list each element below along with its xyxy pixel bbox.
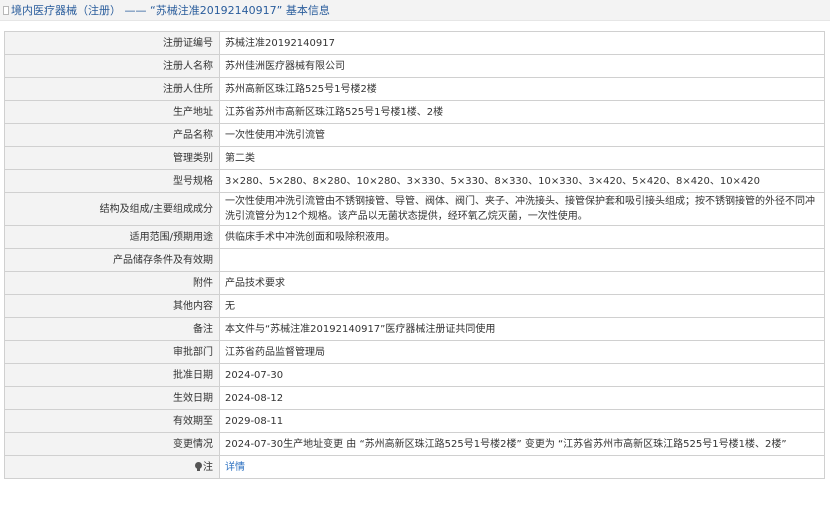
table-row-other: 其他内容 无 (4, 294, 825, 318)
table-row-expiry-date: 有效期至 2029-08-11 (4, 409, 825, 433)
table-row-registrant-address: 注册人住所 苏州高新区珠江路525号1号楼2楼 (4, 77, 825, 101)
row-label: 注册人住所 (4, 77, 220, 101)
row-label: 生效日期 (4, 386, 220, 410)
row-value: 一次性使用冲洗引流管由不锈钢接管、导管、阀体、阀门、夹子、冲洗接头、接管保护套和… (219, 192, 825, 226)
row-value: 苏州高新区珠江路525号1号楼2楼 (219, 77, 825, 101)
row-value: 苏械注准20192140917 (219, 31, 825, 55)
note-label: 注 (203, 461, 213, 473)
table-row-approval-dept: 审批部门 江苏省药品监督管理局 (4, 340, 825, 364)
table-row-note: 注 详情 (4, 455, 825, 479)
row-label: 注册证编号 (4, 31, 220, 55)
table-row-structure: 结构及组成/主要组成成分 一次性使用冲洗引流管由不锈钢接管、导管、阀体、阀门、夹… (4, 192, 825, 226)
table-row-remark: 备注 本文件与“苏械注准20192140917”医疗器械注册证共同使用 (4, 317, 825, 341)
row-value: 3×280、5×280、8×280、10×280、3×330、5×330、8×3… (219, 169, 825, 193)
document-icon (3, 5, 9, 15)
row-label: 型号规格 (4, 169, 220, 193)
details-link[interactable]: 详情 (225, 462, 245, 473)
row-value: 2024-08-12 (219, 386, 825, 410)
row-value: 一次性使用冲洗引流管 (219, 123, 825, 147)
lightbulb-icon (195, 462, 202, 471)
row-value (219, 248, 825, 272)
detail-table: 注册证编号 苏械注准20192140917 注册人名称 苏州佳洲医疗器械有限公司… (4, 31, 825, 479)
table-row-storage: 产品储存条件及有效期 (4, 248, 825, 272)
detail-table-container: 注册证编号 苏械注准20192140917 注册人名称 苏州佳洲医疗器械有限公司… (4, 31, 825, 479)
row-label: 结构及组成/主要组成成分 (4, 192, 220, 226)
row-label: 其他内容 (4, 294, 220, 318)
row-value: 江苏省苏州市高新区珠江路525号1号楼1楼、2楼 (219, 100, 825, 124)
table-row-production-address: 生产地址 江苏省苏州市高新区珠江路525号1号楼1楼、2楼 (4, 100, 825, 124)
row-value: 第二类 (219, 146, 825, 170)
row-label: 备注 (4, 317, 220, 341)
table-row-management-category: 管理类别 第二类 (4, 146, 825, 170)
table-row-effective-date: 生效日期 2024-08-12 (4, 386, 825, 410)
page-title: 境内医疗器械（注册） —— “苏械注准20192140917” 基本信息 (11, 4, 330, 17)
row-label: 生产地址 (4, 100, 220, 124)
row-label: 有效期至 (4, 409, 220, 433)
row-label: 附件 (4, 271, 220, 295)
table-row-registration-number: 注册证编号 苏械注准20192140917 (4, 31, 825, 55)
table-row-model-spec: 型号规格 3×280、5×280、8×280、10×280、3×330、5×33… (4, 169, 825, 193)
row-label: 审批部门 (4, 340, 220, 364)
row-label: 注 (4, 455, 220, 479)
row-value: 供临床手术中冲洗创面和吸除积液用。 (219, 225, 825, 249)
table-row-attachment: 附件 产品技术要求 (4, 271, 825, 295)
row-value: 江苏省药品监督管理局 (219, 340, 825, 364)
row-value: 无 (219, 294, 825, 318)
row-label: 产品名称 (4, 123, 220, 147)
row-value: 苏州佳洲医疗器械有限公司 (219, 54, 825, 78)
row-label: 批准日期 (4, 363, 220, 387)
row-label: 管理类别 (4, 146, 220, 170)
row-value: 产品技术要求 (219, 271, 825, 295)
row-label: 产品储存条件及有效期 (4, 248, 220, 272)
table-row-approval-date: 批准日期 2024-07-30 (4, 363, 825, 387)
row-label: 适用范围/预期用途 (4, 225, 220, 249)
table-row-intended-use: 适用范围/预期用途 供临床手术中冲洗创面和吸除积液用。 (4, 225, 825, 249)
row-value: 2024-07-30生产地址变更 由 “苏州高新区珠江路525号1号楼2楼” 变… (219, 432, 825, 456)
table-row-product-name: 产品名称 一次性使用冲洗引流管 (4, 123, 825, 147)
table-row-changes: 变更情况 2024-07-30生产地址变更 由 “苏州高新区珠江路525号1号楼… (4, 432, 825, 456)
table-row-registrant-name: 注册人名称 苏州佳洲医疗器械有限公司 (4, 54, 825, 78)
page-header: 境内医疗器械（注册） —— “苏械注准20192140917” 基本信息 (0, 0, 830, 21)
row-label: 注册人名称 (4, 54, 220, 78)
row-value: 2029-08-11 (219, 409, 825, 433)
row-label: 变更情况 (4, 432, 220, 456)
row-value: 详情 (219, 455, 825, 479)
row-value: 本文件与“苏械注准20192140917”医疗器械注册证共同使用 (219, 317, 825, 341)
row-value: 2024-07-30 (219, 363, 825, 387)
